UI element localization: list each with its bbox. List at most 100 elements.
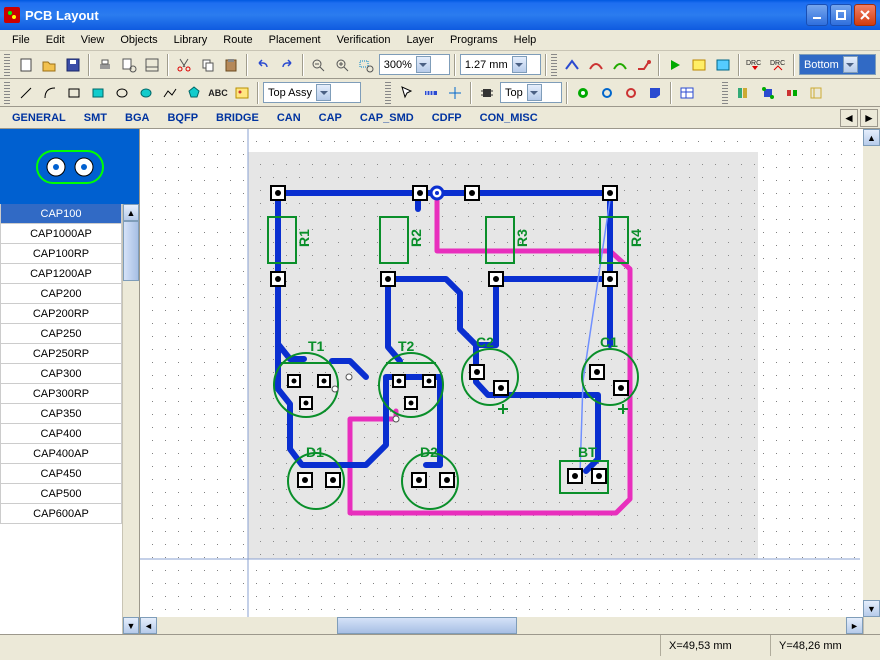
menu-view[interactable]: View	[73, 32, 113, 48]
new-button[interactable]	[15, 54, 37, 76]
panel2-button[interactable]	[712, 54, 734, 76]
menu-programs[interactable]: Programs	[442, 32, 506, 48]
menu-placement[interactable]: Placement	[261, 32, 329, 48]
lib1-button[interactable]	[733, 82, 755, 104]
route-mode4-button[interactable]	[633, 54, 655, 76]
pad-button[interactable]	[572, 82, 594, 104]
menu-file[interactable]: File	[4, 32, 38, 48]
tab-bga[interactable]: BGA	[125, 112, 149, 124]
vscroll-up[interactable]: ▲	[863, 129, 880, 146]
ellipse-button[interactable]	[111, 82, 133, 104]
maximize-button[interactable]	[830, 4, 852, 26]
image-button[interactable]	[231, 82, 253, 104]
tab-bridge[interactable]: BRIDGE	[216, 112, 259, 124]
table-button[interactable]	[676, 82, 698, 104]
list-item[interactable]: CAP300RP	[0, 384, 122, 404]
print-button[interactable]	[94, 54, 116, 76]
preview-button[interactable]	[118, 54, 140, 76]
side-combo[interactable]: Top	[500, 82, 562, 103]
hole-button[interactable]	[620, 82, 642, 104]
arc-button[interactable]	[39, 82, 61, 104]
lib4-button[interactable]	[805, 82, 827, 104]
drc1-button[interactable]: DRC	[744, 54, 766, 76]
list-item[interactable]: CAP100	[0, 204, 122, 224]
lib2-button[interactable]	[757, 82, 779, 104]
tab-scroll-right[interactable]: ►	[860, 109, 878, 127]
cut-button[interactable]	[173, 54, 195, 76]
route-mode3-button[interactable]	[609, 54, 631, 76]
via-button[interactable]	[596, 82, 618, 104]
copy-button[interactable]	[197, 54, 219, 76]
rect-fill-button[interactable]	[87, 82, 109, 104]
list-item[interactable]: CAP100RP	[0, 244, 122, 264]
list-item[interactable]: CAP400	[0, 424, 122, 444]
zoom-out-button[interactable]	[308, 54, 330, 76]
list-item[interactable]: CAP1000AP	[0, 224, 122, 244]
redo-button[interactable]	[276, 54, 298, 76]
tab-cap-smd[interactable]: CAP_SMD	[360, 112, 414, 124]
tab-bqfp[interactable]: BQFP	[167, 112, 198, 124]
select-button[interactable]	[396, 82, 418, 104]
grid-combo[interactable]: 1.27 mm	[460, 54, 541, 75]
polygon-button[interactable]	[183, 82, 205, 104]
list-item[interactable]: CAP1200AP	[0, 264, 122, 284]
scroll-down-button[interactable]: ▼	[123, 617, 139, 634]
menu-help[interactable]: Help	[506, 32, 545, 48]
polyline-button[interactable]	[159, 82, 181, 104]
text-button[interactable]: ABC	[207, 82, 229, 104]
tab-can[interactable]: CAN	[277, 112, 301, 124]
assy-combo[interactable]: Top Assy	[263, 82, 361, 103]
rect-button[interactable]	[63, 82, 85, 104]
panel1-button[interactable]	[688, 54, 710, 76]
zoom-window-button[interactable]	[355, 54, 377, 76]
hscroll-left[interactable]: ◄	[140, 617, 157, 634]
menu-verification[interactable]: Verification	[329, 32, 399, 48]
list-item[interactable]: CAP350	[0, 404, 122, 424]
undo-button[interactable]	[252, 54, 274, 76]
canvas-hscrollbar[interactable]: ◄ ►	[140, 617, 880, 634]
list-item[interactable]: CAP250	[0, 324, 122, 344]
tab-cdfp[interactable]: CDFP	[432, 112, 462, 124]
tab-scroll-left[interactable]: ◄	[840, 109, 858, 127]
paste-button[interactable]	[221, 54, 243, 76]
route-mode1-button[interactable]	[562, 54, 584, 76]
open-button[interactable]	[39, 54, 61, 76]
minimize-button[interactable]	[806, 4, 828, 26]
tab-cap[interactable]: CAP	[319, 112, 342, 124]
hscroll-right[interactable]: ►	[846, 617, 863, 634]
copper-button[interactable]	[644, 82, 666, 104]
scroll-thumb[interactable]	[123, 221, 139, 281]
tab-general[interactable]: GENERAL	[12, 112, 66, 124]
save-button[interactable]	[62, 54, 84, 76]
list-item[interactable]: CAP400AP	[0, 444, 122, 464]
tab-con-misc[interactable]: CON_MISC	[480, 112, 538, 124]
hscroll-thumb[interactable]	[337, 617, 517, 634]
ellipse-fill-button[interactable]	[135, 82, 157, 104]
menu-layer[interactable]: Layer	[398, 32, 442, 48]
list-item[interactable]: CAP500	[0, 484, 122, 504]
measure-button[interactable]	[420, 82, 442, 104]
scroll-up-button[interactable]: ▲	[123, 204, 139, 221]
close-button[interactable]	[854, 4, 876, 26]
list-item[interactable]: CAP200	[0, 284, 122, 304]
zoom-combo[interactable]: 300%	[379, 54, 450, 75]
list-item[interactable]: CAP300	[0, 364, 122, 384]
vscroll-down[interactable]: ▼	[863, 600, 880, 617]
run-button[interactable]	[664, 54, 686, 76]
drc2-button[interactable]: DRC	[767, 54, 789, 76]
list-item[interactable]: CAP250RP	[0, 344, 122, 364]
menu-objects[interactable]: Objects	[112, 32, 165, 48]
lib3-button[interactable]	[781, 82, 803, 104]
menu-library[interactable]: Library	[166, 32, 216, 48]
pcb-canvas[interactable]: R1 R2 R3 R4 T1 T2 C2 C1 D1 D2 BT	[140, 129, 863, 617]
list-item[interactable]: CAP450	[0, 464, 122, 484]
menu-route[interactable]: Route	[215, 32, 260, 48]
list-item[interactable]: CAP200RP	[0, 304, 122, 324]
canvas-vscrollbar[interactable]: ▲ ▼	[863, 129, 880, 617]
layer-select[interactable]: Bottom	[799, 54, 876, 75]
list-item[interactable]: CAP600AP	[0, 504, 122, 524]
zoom-in-button[interactable]	[331, 54, 353, 76]
titles-button[interactable]	[141, 54, 163, 76]
origin-button[interactable]	[444, 82, 466, 104]
sidebar-scrollbar[interactable]: ▲ ▼	[122, 204, 139, 634]
